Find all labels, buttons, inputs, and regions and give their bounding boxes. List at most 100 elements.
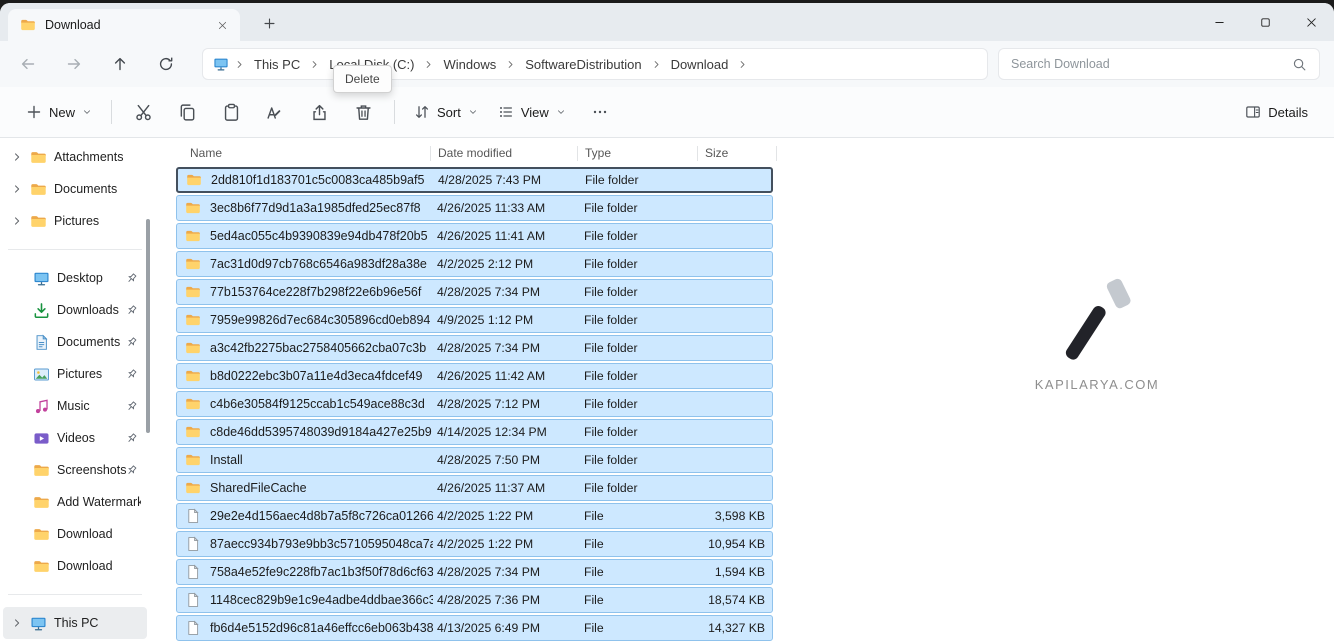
chev-r-icon[interactable] bbox=[737, 59, 748, 70]
search-input[interactable] bbox=[1011, 57, 1284, 71]
breadcrumb-item[interactable]: This PC bbox=[246, 53, 308, 76]
sidebar-item-pictures[interactable]: Pictures bbox=[3, 205, 147, 237]
file-type: File folder bbox=[584, 476, 638, 500]
close-button[interactable] bbox=[1288, 3, 1334, 41]
file-row[interactable]: 29e2e4d156aec4d8b7a5f8c726ca01266274...4… bbox=[176, 503, 773, 529]
chev-r-icon[interactable] bbox=[11, 215, 23, 227]
column-header-type[interactable]: Type bbox=[585, 139, 611, 167]
file-row[interactable]: fb6d4e5152d96c81a46effcc6eb063b438b6...4… bbox=[176, 615, 773, 641]
folder-icon bbox=[30, 213, 47, 230]
file-name: 5ed4ac055c4b9390839e94db478f20b5 bbox=[210, 229, 428, 243]
column-divider[interactable] bbox=[776, 146, 777, 161]
file-size bbox=[645, 476, 765, 500]
delete-button[interactable] bbox=[341, 94, 385, 130]
more-options-button[interactable] bbox=[582, 94, 618, 130]
column-header-date-modified[interactable]: Date modified bbox=[438, 139, 512, 167]
folder-icon bbox=[185, 340, 201, 356]
breadcrumb-item[interactable]: Download bbox=[663, 53, 737, 76]
minimize-button[interactable] bbox=[1196, 3, 1242, 41]
refresh-button[interactable] bbox=[150, 48, 182, 80]
folder-icon bbox=[185, 396, 201, 412]
file-date-modified: 4/9/2025 1:12 PM bbox=[437, 308, 533, 332]
sidebar-item-screenshots[interactable]: Screenshots bbox=[3, 454, 147, 486]
column-header-name[interactable]: Name bbox=[190, 139, 222, 167]
details-pane-icon bbox=[1245, 104, 1261, 120]
breadcrumb-item[interactable]: SoftwareDistribution bbox=[517, 53, 649, 76]
view-button[interactable]: View bbox=[488, 96, 576, 128]
file-row[interactable]: 5ed4ac055c4b9390839e94db478f20b54/26/202… bbox=[176, 223, 773, 249]
file-size bbox=[645, 252, 765, 276]
new-button[interactable]: New bbox=[16, 96, 102, 128]
video-icon bbox=[33, 430, 50, 447]
search-box[interactable] bbox=[998, 48, 1320, 80]
sidebar-item-desktop[interactable]: Desktop bbox=[3, 262, 147, 294]
chev-r-icon[interactable] bbox=[423, 59, 434, 70]
cut-button[interactable] bbox=[121, 94, 165, 130]
file-row[interactable]: c4b6e30584f9125ccab1c549ace88c3d4/28/202… bbox=[176, 391, 773, 417]
copy-button[interactable] bbox=[165, 94, 209, 130]
file-row[interactable]: 758a4e52fe9c228fb7ac1b3f50f78d6cf63d8...… bbox=[176, 559, 773, 585]
chev-r-icon[interactable] bbox=[11, 151, 23, 163]
sort-button[interactable]: Sort bbox=[404, 96, 488, 128]
sidebar-item-music[interactable]: Music bbox=[3, 390, 147, 422]
file-row[interactable]: Install4/28/2025 7:50 PMFile folder bbox=[176, 447, 773, 473]
forward-button[interactable] bbox=[58, 48, 90, 80]
file-row[interactable]: 1148cec829b9e1c9e4adbe4ddbae366c301b...4… bbox=[176, 587, 773, 613]
new-tab-button[interactable] bbox=[256, 10, 282, 36]
explorer-tab[interactable]: Download bbox=[8, 9, 240, 41]
breadcrumb-item[interactable]: Windows bbox=[435, 53, 504, 76]
file-row[interactable]: 87aecc934b793e9bb3c5710595048ca7a7c...4/… bbox=[176, 531, 773, 557]
file-type: File bbox=[584, 616, 604, 640]
folder-icon bbox=[185, 368, 201, 384]
file-row[interactable]: 2dd810f1d183701c5c0083ca485b9af54/28/202… bbox=[176, 167, 773, 193]
up-button[interactable] bbox=[104, 48, 136, 80]
file-row[interactable]: a3c42fb2275bac2758405662cba07c3b4/28/202… bbox=[176, 335, 773, 361]
file-name: 29e2e4d156aec4d8b7a5f8c726ca01266274... bbox=[210, 509, 433, 523]
chevron-right-icon[interactable] bbox=[234, 59, 245, 70]
sidebar-item-this-pc[interactable]: This PC bbox=[3, 607, 147, 639]
file-date-modified: 4/28/2025 7:36 PM bbox=[437, 588, 540, 612]
sidebar-item-documents[interactable]: Documents bbox=[3, 173, 147, 205]
chev-r-icon[interactable] bbox=[11, 183, 23, 195]
sidebar-item-download[interactable]: Download bbox=[3, 518, 147, 550]
share-button[interactable] bbox=[297, 94, 341, 130]
forward-arrow-icon bbox=[66, 56, 82, 72]
sidebar-item-add-watermark[interactable]: Add Watermark bbox=[3, 486, 147, 518]
sidebar-item-attachments[interactable]: Attachments bbox=[3, 141, 147, 173]
column-header-size[interactable]: Size bbox=[705, 139, 728, 167]
file-row[interactable]: 7959e99826d7ec684c305896cd0eb8944/9/2025… bbox=[176, 307, 773, 333]
chev-r-icon[interactable] bbox=[651, 59, 662, 70]
close-icon bbox=[1305, 16, 1318, 29]
file-date-modified: 4/14/2025 12:34 PM bbox=[437, 420, 547, 444]
back-button[interactable] bbox=[12, 48, 44, 80]
file-row[interactable]: c8de46dd5395748039d9184a427e25b94/14/202… bbox=[176, 419, 773, 445]
column-divider[interactable] bbox=[697, 146, 698, 161]
back-arrow-icon bbox=[20, 56, 36, 72]
chev-r-icon[interactable] bbox=[505, 59, 516, 70]
tab-close-button[interactable] bbox=[212, 15, 232, 35]
paste-button[interactable] bbox=[209, 94, 253, 130]
chevron-right-icon[interactable] bbox=[11, 617, 23, 629]
file-row[interactable]: 7ac31d0d97cb768c6546a983df28a38e4/2/2025… bbox=[176, 251, 773, 277]
file-row[interactable]: SharedFileCache4/26/2025 11:37 AMFile fo… bbox=[176, 475, 773, 501]
toolbar-icon-buttons bbox=[121, 94, 385, 130]
file-row[interactable]: 77b153764ce228f7b298f22e6b96e56f4/28/202… bbox=[176, 279, 773, 305]
details-button[interactable]: Details bbox=[1235, 96, 1318, 128]
sort-icon bbox=[414, 104, 430, 120]
chevron-down-icon bbox=[82, 107, 92, 117]
maximize-button[interactable] bbox=[1242, 3, 1288, 41]
sidebar-item-pictures[interactable]: Pictures bbox=[3, 358, 147, 390]
sidebar-item-download[interactable]: Download bbox=[3, 550, 147, 582]
address-bar[interactable]: This PCLocal Disk (C:)WindowsSoftwareDis… bbox=[202, 48, 988, 80]
sidebar-item-videos[interactable]: Videos bbox=[3, 422, 147, 454]
rename-button[interactable] bbox=[253, 94, 297, 130]
chev-r-icon[interactable] bbox=[309, 59, 320, 70]
toolbar-separator bbox=[111, 100, 112, 124]
column-divider[interactable] bbox=[430, 146, 431, 161]
sidebar-item-documents[interactable]: Documents bbox=[3, 326, 147, 358]
sidebar-item-downloads[interactable]: Downloads bbox=[3, 294, 147, 326]
file-row[interactable]: 3ec8b6f77d9d1a3a1985dfed25ec87f84/26/202… bbox=[176, 195, 773, 221]
column-divider[interactable] bbox=[577, 146, 578, 161]
file-row[interactable]: b8d0222ebc3b07a11e4d3eca4fdcef494/26/202… bbox=[176, 363, 773, 389]
file-type: File folder bbox=[584, 308, 638, 332]
